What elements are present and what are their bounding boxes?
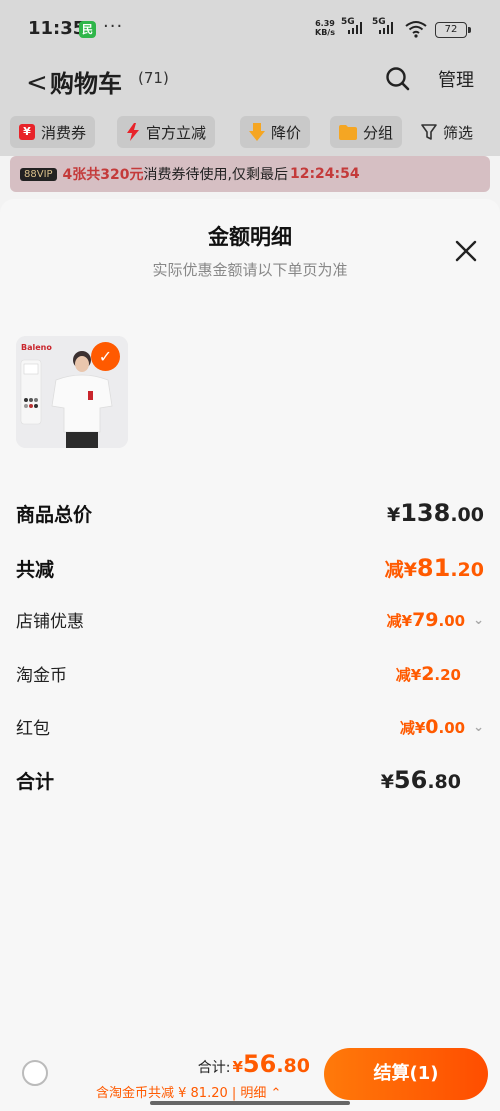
status-bar: 11:35 民 ··· 6.39 KB/s 5G 5G 72 (0, 0, 500, 58)
search-icon[interactable] (385, 66, 411, 92)
filter-group-label: 分组 (363, 123, 394, 142)
shop-discount-label: 店铺优惠 (16, 612, 84, 632)
red-packet-row[interactable]: 红包 减 ¥ 0 .00 ⌄ (16, 714, 484, 740)
select-all-checkbox[interactable] (22, 1060, 48, 1086)
app-notification-icon: 民 (79, 21, 96, 38)
vip-badge: 88VIP (20, 167, 57, 181)
currency-symbol: ¥ (414, 718, 426, 737)
chevron-down-icon[interactable]: ⌄ (473, 720, 484, 735)
coin-discount-value: 减 ¥ 2 .20 (396, 663, 461, 685)
filter-advanced-label: 筛选 (443, 123, 474, 142)
filter-price-drop[interactable]: 降价 (240, 116, 311, 148)
network-speed: 6.39 KB/s (315, 19, 335, 37)
total-discount-row: 共减 减 ¥ 81 .20 (16, 554, 484, 582)
cart-count: (71) (138, 69, 169, 87)
amount-decimal: .00 (450, 504, 484, 526)
vip-coupon-banner[interactable]: 88VIP 4张共320元 消费券待使用,仅剩最后 12:24:54 (10, 156, 490, 192)
bottom-total-integer: 56 (242, 1050, 277, 1078)
folder-icon (339, 124, 357, 140)
more-notifications-icon: ··· (103, 16, 124, 37)
coin-discount-label: 淘金币 (16, 666, 67, 686)
vip-coupon-text: 消费券待使用,仅剩最后 (143, 167, 288, 183)
amount-decimal: .20 (434, 665, 461, 684)
discount-detail-text: 含淘金币共减 ¥ 81.20 | 明细 (96, 1086, 267, 1101)
amount-decimal: .00 (438, 611, 466, 630)
manage-button[interactable]: 管理 (438, 66, 474, 92)
total-price-value: ¥ 138 .00 (387, 499, 484, 527)
total-price-row: 商品总价 ¥ 138 .00 (16, 499, 484, 527)
back-icon[interactable]: < (26, 68, 48, 98)
currency-symbol: ¥ (232, 1058, 243, 1076)
signal-bars-2-icon (379, 22, 393, 34)
amount-detail-sheet: 金额明细 实际优惠金额请以下单页为准 Baleno ✓ 商品总价 ¥ 138 .… (0, 199, 500, 1111)
discount-prefix: 减 (384, 559, 404, 581)
network-speed-unit: KB/s (315, 28, 335, 37)
sheet-subtitle: 实际优惠金额请以下单页为准 (152, 261, 348, 279)
network-speed-value: 6.39 (315, 19, 335, 28)
shop-discount-row[interactable]: 店铺优惠 减 ¥ 79 .00 ⌄ (16, 607, 484, 633)
close-icon[interactable] (452, 237, 480, 265)
filter-price-drop-label: 降价 (271, 123, 302, 142)
sum-value: ¥ 56 .80 (381, 766, 461, 794)
vip-coupon-highlight: 4张共320元 (62, 167, 144, 183)
bottom-total-decimal: .80 (276, 1055, 310, 1077)
discount-prefix: 减 (395, 665, 411, 684)
currency-symbol: ¥ (380, 771, 394, 793)
sheet-title: 金额明细 (208, 225, 292, 249)
home-indicator (150, 1101, 350, 1105)
coupon-icon: ¥ (19, 124, 35, 140)
red-packet-value: 减 ¥ 0 .00 ⌄ (400, 716, 484, 738)
filter-coupon[interactable]: ¥ 消费券 (10, 116, 96, 148)
total-discount-value: 减 ¥ 81 .20 (385, 554, 484, 582)
filter-advanced[interactable]: 筛选 (412, 116, 482, 148)
amount-integer: 0 (425, 715, 439, 738)
page-title: 购物车 (50, 70, 122, 98)
status-time: 11:35 (28, 18, 86, 39)
currency-symbol: ¥ (401, 611, 413, 630)
amount-decimal: .00 (438, 718, 466, 737)
wifi-icon (405, 21, 427, 38)
filter-icon (421, 124, 437, 140)
down-arrow-icon (249, 123, 265, 141)
checkout-bar: 合计: ¥ 56 .80 含淘金币共减 ¥ 81.20 | 明细 ⌃ 结算(1) (0, 1040, 500, 1111)
amount-integer: 138 (400, 499, 451, 527)
vip-countdown: 12:24:54 (289, 166, 360, 182)
lightning-icon (127, 123, 139, 141)
red-packet-label: 红包 (16, 719, 50, 739)
amount-integer: 56 (393, 766, 428, 794)
discount-prefix: 减 (399, 718, 415, 737)
amount-decimal: .20 (450, 559, 484, 581)
bottom-total-label: 合计: (197, 1060, 231, 1076)
filter-official-discount[interactable]: 官方立减 (117, 116, 216, 148)
amount-integer: 81 (416, 554, 451, 582)
selected-check-icon[interactable]: ✓ (91, 342, 120, 371)
currency-symbol: ¥ (403, 559, 417, 581)
sum-label: 合计 (16, 770, 55, 793)
amount-decimal: .80 (427, 771, 461, 793)
product-brand-logo: Baleno (21, 343, 52, 352)
filter-official-discount-label: 官方立减 (146, 123, 207, 142)
bottom-total: 合计: ¥ 56 .80 (198, 1050, 310, 1078)
currency-symbol: ¥ (386, 504, 401, 526)
cart-header: < 购物车 (71) 管理 (0, 58, 500, 106)
filter-coupon-label: 消费券 (41, 123, 87, 142)
total-discount-label: 共减 (16, 558, 55, 581)
product-thumbnail[interactable]: Baleno ✓ (16, 336, 128, 448)
shop-discount-value: 减 ¥ 79 .00 ⌄ (387, 609, 484, 631)
signal-bars-icon (348, 22, 362, 34)
amount-integer: 79 (412, 608, 439, 631)
currency-symbol: ¥ (410, 665, 422, 684)
filter-group[interactable]: 分组 (330, 116, 403, 148)
discount-prefix: 减 (386, 611, 402, 630)
chevron-up-icon: ⌃ (270, 1086, 282, 1101)
filter-bar: ¥ 消费券 官方立减 降价 分组 筛选 (0, 106, 500, 156)
coin-discount-row: 淘金币 减 ¥ 2 .20 (16, 661, 484, 687)
amount-integer: 2 (421, 662, 435, 685)
total-price-label: 商品总价 (16, 503, 93, 526)
checkout-button[interactable]: 结算(1) (324, 1048, 488, 1100)
chevron-down-icon[interactable]: ⌄ (473, 613, 484, 628)
sum-row: 合计 ¥ 56 .80 (16, 766, 484, 794)
discount-detail-link[interactable]: 含淘金币共减 ¥ 81.20 | 明细 ⌃ (96, 1082, 281, 1101)
battery-icon: 72 (435, 22, 471, 38)
